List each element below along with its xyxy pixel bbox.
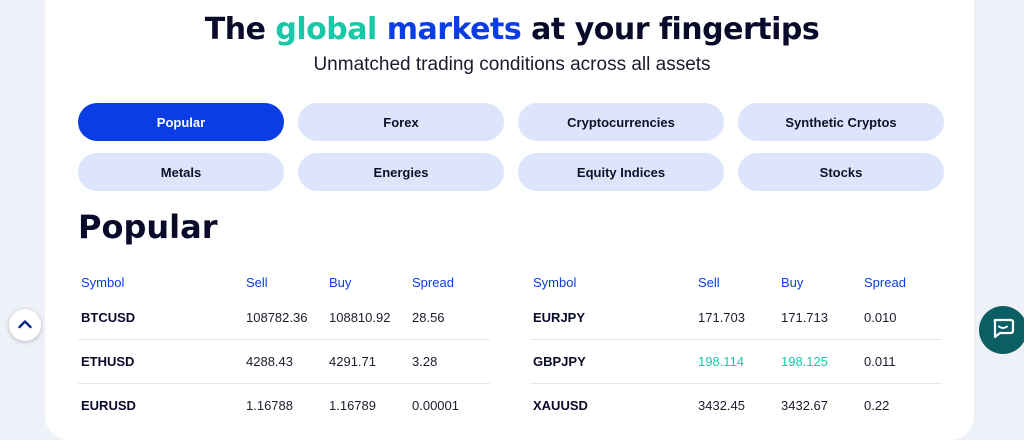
sell-cell: 4288.43 [246,354,293,369]
quotes-table-right: Symbol Sell Buy Spread EURJPY 171.703 17… [530,270,942,427]
tab-synthetic-cryptos[interactable]: Synthetic Cryptos [738,103,944,141]
sell-cell: 1.16788 [246,398,293,413]
header-symbol: Symbol [81,275,125,290]
tab-equity-indices[interactable]: Equity Indices [518,153,724,191]
tab-popular[interactable]: Popular [78,103,284,141]
table-row: EURJPY 171.703 171.713 0.010 [530,296,942,340]
spread-cell: 0.00001 [412,398,459,413]
hero-title-highlight: global [275,12,377,47]
table-row: EURUSD 1.16788 1.16789 0.00001 [78,384,490,427]
section-title: Popular [78,208,218,246]
header-buy: Buy [781,275,804,290]
buy-cell: 171.713 [781,310,828,325]
spread-cell: 3.28 [412,354,438,369]
tab-energies[interactable]: Energies [298,153,504,191]
chat-button[interactable] [979,306,1024,354]
sell-cell: 198.114 [698,354,745,369]
tab-metals[interactable]: Metals [78,153,284,191]
hero-title-text-2: at your fingertips [521,12,820,47]
symbol-cell: EURJPY [533,310,586,325]
symbol-cell: EURUSD [81,398,136,413]
header-spread: Spread [864,275,906,290]
buy-cell: 108810.92 [329,310,391,325]
hero-subtitle: Unmatched trading conditions across all … [313,54,711,75]
chat-bubble-icon [991,316,1015,345]
tab-stocks[interactable]: Stocks [738,153,944,191]
market-tabs: Popular Forex Cryptocurrencies Synthetic… [78,103,944,191]
sell-cell: 108782.36 [246,310,308,325]
sell-cell: 3432.45 [698,398,745,413]
header-sell: Sell [698,275,720,290]
tab-forex[interactable]: Forex [298,103,504,141]
header-buy: Buy [329,275,352,290]
spread-cell: 0.011 [864,354,896,369]
table-header-row: Symbol Sell Buy Spread [78,270,490,296]
header-symbol: Symbol [533,275,577,290]
symbol-cell: GBPJPY [533,354,586,369]
header-sell: Sell [246,275,268,290]
buy-cell: 1.16789 [329,398,376,413]
sell-cell: 171.703 [698,310,745,325]
spread-cell: 0.22 [864,398,890,413]
table-header-row: Symbol Sell Buy Spread [530,270,942,296]
hero-title: The global markets at your fingertips [0,12,1024,47]
tab-cryptocurrencies[interactable]: Cryptocurrencies [518,103,724,141]
buy-cell: 3432.67 [781,398,828,413]
quotes-table-left: Symbol Sell Buy Spread BTCUSD 108782.36 … [78,270,490,427]
spread-cell: 28.56 [412,310,445,325]
table-row: ETHUSD 4288.43 4291.71 3.28 [78,340,490,384]
table-row: GBPJPY 198.114 198.125 0.011 [530,340,942,384]
hero-title-highlight-2: markets [376,12,522,47]
hero-title-text: The [204,12,276,47]
chevron-up-icon [18,316,32,334]
buy-cell: 4291.71 [329,354,376,369]
symbol-cell: BTCUSD [81,310,136,325]
table-row: BTCUSD 108782.36 108810.92 28.56 [78,296,490,340]
buy-cell: 198.125 [781,354,828,369]
header-spread: Spread [412,275,454,290]
symbol-cell: XAUUSD [533,398,588,413]
table-row: XAUUSD 3432.45 3432.67 0.22 [530,384,942,427]
symbol-cell: ETHUSD [81,354,135,369]
scroll-to-top-button[interactable] [9,309,41,341]
spread-cell: 0.010 [864,310,897,325]
